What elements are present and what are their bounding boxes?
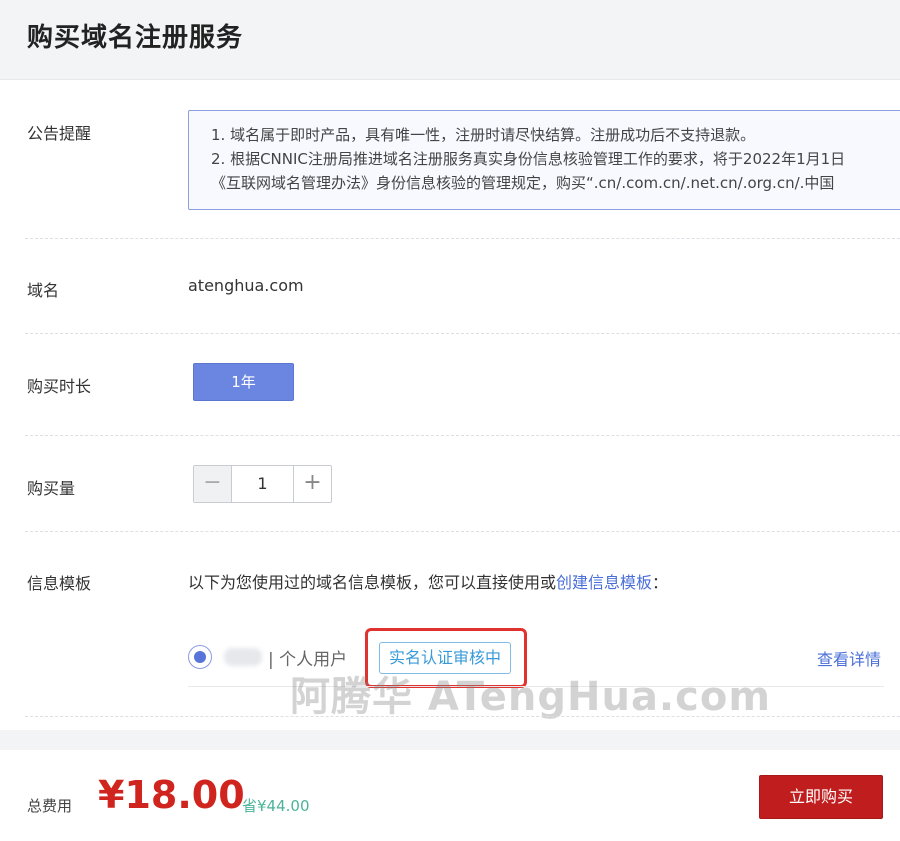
template-description: 以下为您使用过的域名信息模板，您可以直接使用或创建信息模板： bbox=[188, 569, 668, 593]
duration-label: 购买时长 bbox=[27, 377, 92, 396]
notice-line-1: 1. 域名属于即时产品，具有唯一性，注册时请尽快结算。注册成功后不支持退款。 bbox=[211, 126, 756, 144]
domain-label: 域名 bbox=[27, 281, 60, 300]
total-label: 总费用 bbox=[27, 797, 73, 815]
duration-option-1-year[interactable]: 1年 bbox=[193, 363, 294, 401]
quantity-input[interactable]: 1 bbox=[232, 466, 293, 502]
quantity-stepper: − 1 + bbox=[193, 465, 332, 503]
template-radio[interactable] bbox=[188, 645, 212, 669]
buy-now-button[interactable]: 立即购买 bbox=[759, 775, 883, 819]
notice-line-2: 2. 根据CNNIC注册局推进域名注册服务真实身份信息核验管理工作的要求，将于2… bbox=[211, 150, 846, 168]
section-gap bbox=[0, 730, 900, 750]
divider bbox=[25, 333, 900, 334]
quantity-label: 购买量 bbox=[27, 479, 76, 498]
increment-button[interactable]: + bbox=[293, 466, 331, 502]
notice-box: 1. 域名属于即时产品，具有唯一性，注册时请尽快结算。注册成功后不支持退款。 2… bbox=[188, 110, 900, 210]
divider bbox=[25, 531, 900, 532]
template-description-text: 以下为您使用过的域名信息模板，您可以直接使用或 bbox=[188, 573, 557, 592]
watermark: 阿腾华 ATengHua.com bbox=[290, 674, 771, 720]
domain-value: atenghua.com bbox=[188, 276, 304, 295]
page-title: 购买域名注册服务 bbox=[27, 23, 244, 53]
view-details-link[interactable]: 查看详情 bbox=[817, 646, 881, 670]
divider bbox=[25, 238, 900, 239]
decrement-button[interactable]: − bbox=[194, 466, 232, 502]
total-price: ¥18.00 bbox=[98, 773, 245, 817]
divider bbox=[25, 435, 900, 436]
template-label: 信息模板 bbox=[27, 574, 92, 593]
blurred-name bbox=[224, 648, 262, 666]
divider bbox=[25, 716, 900, 717]
template-description-suffix: ： bbox=[652, 573, 669, 592]
notice-label: 公告提醒 bbox=[27, 124, 92, 143]
radio-selected-dot bbox=[194, 651, 206, 663]
page-header: 购买域名注册服务 bbox=[0, 0, 900, 80]
notice-line-3: 《互联网域名管理办法》身份信息核验的管理规定，购买“.cn/.com.cn/.n… bbox=[211, 174, 835, 192]
saving-amount: 省¥44.00 bbox=[242, 797, 310, 815]
create-template-link[interactable]: 创建信息模板 bbox=[556, 573, 652, 592]
